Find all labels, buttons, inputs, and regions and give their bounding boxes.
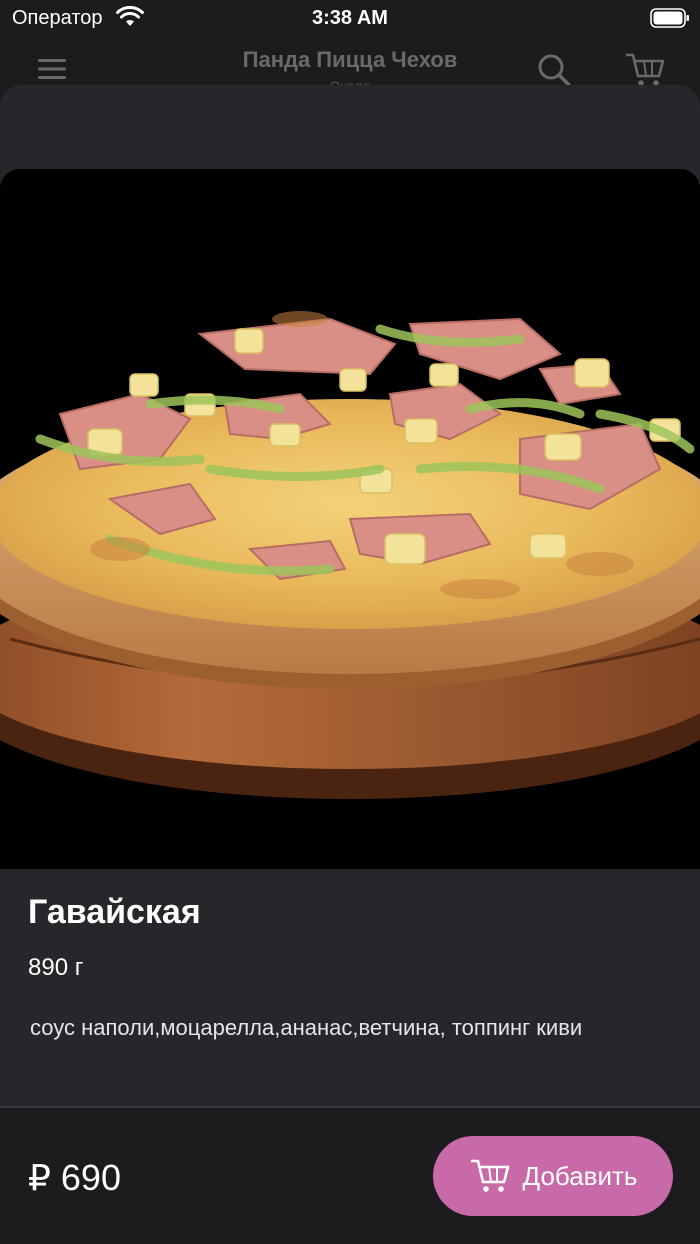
screen: Оператор 3:38 AM Панда Пицца Чехов Около [0, 0, 700, 1244]
nav-title: Панда Пицца Чехов [242, 47, 458, 72]
add-to-cart-button[interactable]: Добавить [433, 1136, 673, 1216]
cart-icon [470, 1159, 509, 1192]
product-sheet: Гавайская 890 г соус наполи,моцарелла,ан… [0, 85, 700, 1244]
battery-icon [650, 8, 689, 28]
product-price: ₽ 690 [28, 1157, 121, 1198]
add-button-label: Добавить [522, 1160, 638, 1191]
cart-icon[interactable] [624, 52, 666, 88]
pizza-photo [0, 169, 700, 869]
carrier-label: Оператор [12, 7, 103, 29]
product-description: соус наполи,моцарелла,ананас,ветчина, то… [30, 1015, 583, 1040]
status-bar: Оператор 3:38 AM [0, 0, 700, 40]
search-icon[interactable] [536, 52, 572, 88]
product-image [0, 169, 700, 869]
nav-bar: Панда Пицца Чехов Около [0, 40, 700, 94]
product-weight: 890 г [28, 954, 84, 981]
menu-icon[interactable] [36, 56, 68, 82]
status-time: 3:38 AM [312, 7, 388, 29]
product-name: Гавайская [28, 893, 201, 931]
wifi-icon [116, 6, 144, 26]
